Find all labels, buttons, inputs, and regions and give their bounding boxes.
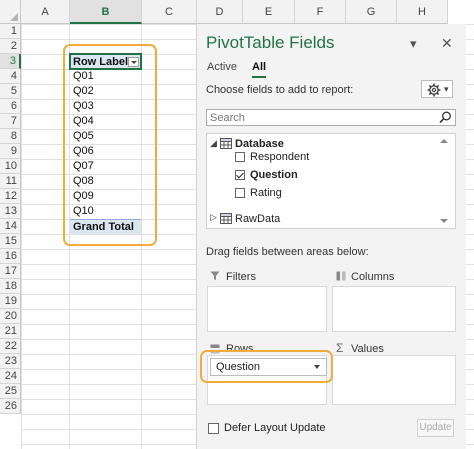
row-header-25[interactable]: 25 <box>0 384 21 399</box>
columns-drop-area[interactable] <box>332 286 456 332</box>
row-header-26[interactable]: 26 <box>0 399 21 414</box>
defer-layout-checkbox[interactable] <box>208 423 219 434</box>
pane-options-dropdown-icon[interactable]: ▾ <box>410 36 417 52</box>
row-header-15[interactable]: 15 <box>0 234 21 249</box>
rawdata-table-icon <box>220 213 232 224</box>
row-header-8[interactable]: 8 <box>0 129 21 144</box>
checkbox-rating[interactable] <box>235 188 245 198</box>
column-header-f[interactable]: F <box>295 0 346 24</box>
row-header-12[interactable]: 12 <box>0 189 21 204</box>
chevron-down-icon: ▾ <box>444 84 449 94</box>
row-header-3[interactable]: 3 <box>0 54 21 69</box>
values-drop-area[interactable] <box>332 355 456 405</box>
tab-active[interactable]: Active <box>207 61 237 73</box>
tab-all-underline <box>252 76 266 78</box>
row-header-16[interactable]: 16 <box>0 249 21 264</box>
row-header-22[interactable]: 22 <box>0 339 21 354</box>
field-rating-label[interactable]: Rating <box>250 187 282 199</box>
row-header-4[interactable]: 4 <box>0 69 21 84</box>
column-header-a[interactable]: A <box>21 0 70 24</box>
column-header-h[interactable]: H <box>397 0 448 24</box>
row-header-1[interactable]: 1 <box>0 24 21 39</box>
row-header-23[interactable]: 23 <box>0 354 21 369</box>
choose-fields-label: Choose fields to add to report: <box>206 84 354 96</box>
select-all-corner[interactable] <box>0 0 21 24</box>
field-respondent-label[interactable]: Respondent <box>250 151 309 163</box>
expand-rawdata-icon[interactable]: ▷ <box>210 212 217 223</box>
sigma-icon: Σ <box>336 341 344 355</box>
search-placeholder: Search <box>210 112 245 124</box>
row-header-11[interactable]: 11 <box>0 174 21 189</box>
field-search-input[interactable]: Search <box>206 109 456 126</box>
drag-fields-label: Drag fields between areas below: <box>206 246 369 258</box>
row-header-14[interactable]: 14 <box>0 219 21 234</box>
column-header-c[interactable]: C <box>142 0 197 24</box>
gear-icon <box>427 83 441 97</box>
update-button[interactable]: Update <box>417 419 454 437</box>
scroll-down-icon[interactable] <box>440 219 448 223</box>
row-header-21[interactable]: 21 <box>0 324 21 339</box>
row-header-5[interactable]: 5 <box>0 84 21 99</box>
table-database-label[interactable]: Database <box>235 138 284 150</box>
row-header-17[interactable]: 17 <box>0 264 21 279</box>
row-header-7[interactable]: 7 <box>0 114 21 129</box>
field-list-settings-button[interactable]: ▾ <box>421 80 453 98</box>
filters-drop-area[interactable] <box>207 286 327 332</box>
field-question-label[interactable]: Question <box>250 169 298 181</box>
column-header-b[interactable]: B <box>70 0 142 24</box>
row-header-9[interactable]: 9 <box>0 144 21 159</box>
field-list-scrollbar[interactable] <box>439 134 449 228</box>
checkbox-question[interactable] <box>235 170 245 180</box>
close-icon[interactable]: ✕ <box>441 35 453 52</box>
search-icon <box>439 111 451 124</box>
defer-layout-label[interactable]: Defer Layout Update <box>224 422 326 434</box>
rows-highlight-outline <box>200 350 333 383</box>
pane-title: PivotTable Fields <box>206 33 335 52</box>
field-list: ◢ Database Respondent Question Rating ▷ … <box>206 133 456 229</box>
row-header-18[interactable]: 18 <box>0 279 21 294</box>
column-header-d[interactable]: D <box>197 0 243 24</box>
database-table-icon <box>220 138 232 149</box>
row-header-6[interactable]: 6 <box>0 99 21 114</box>
column-header-g[interactable]: G <box>346 0 397 24</box>
checkbox-respondent[interactable] <box>235 152 245 162</box>
values-area-label: Values <box>351 343 384 355</box>
row-header-20[interactable]: 20 <box>0 309 21 324</box>
filter-icon <box>210 271 220 281</box>
row-header-13[interactable]: 13 <box>0 204 21 219</box>
row-header-19[interactable]: 19 <box>0 294 21 309</box>
row-header-2[interactable]: 2 <box>0 39 21 54</box>
scroll-up-icon[interactable] <box>440 139 448 143</box>
tab-all[interactable]: All <box>252 61 266 73</box>
pivot-highlight-outline <box>63 44 157 246</box>
row-header-24[interactable]: 24 <box>0 369 21 384</box>
column-header-e[interactable]: E <box>243 0 295 24</box>
row-header-10[interactable]: 10 <box>0 159 21 174</box>
collapse-database-icon[interactable]: ◢ <box>210 138 217 149</box>
columns-icon <box>336 271 346 281</box>
filters-area-label: Filters <box>226 271 256 283</box>
columns-area-label: Columns <box>351 271 395 283</box>
table-rawdata-label[interactable]: RawData <box>235 213 280 225</box>
